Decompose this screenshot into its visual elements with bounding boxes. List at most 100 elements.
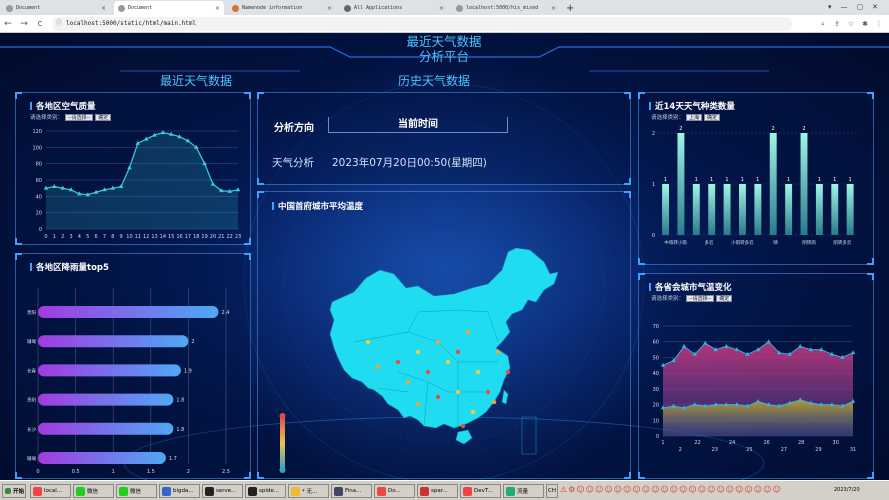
x-tick-label: 15 bbox=[168, 234, 174, 240]
reload-button[interactable]: C bbox=[34, 18, 46, 30]
city-marker[interactable] bbox=[415, 401, 421, 407]
bar bbox=[846, 184, 854, 235]
close-icon[interactable]: × bbox=[439, 5, 444, 12]
taskbar-item-label: local... bbox=[44, 488, 63, 494]
bookmark-star-icon[interactable]: ☆ bbox=[845, 18, 857, 30]
bar bbox=[831, 184, 839, 235]
close-icon[interactable]: × bbox=[327, 5, 332, 12]
y-tick-label: 120 bbox=[32, 129, 42, 135]
nav-recent-weather[interactable]: 最近天气数据 bbox=[160, 72, 232, 89]
city-marker[interactable] bbox=[470, 409, 476, 415]
city-marker[interactable] bbox=[455, 349, 461, 355]
x-tick-label: 6 bbox=[94, 234, 97, 240]
zoom-icon[interactable]: ⌕ bbox=[817, 18, 829, 30]
menu-icon[interactable]: ⋮ bbox=[873, 18, 885, 30]
browser-tab[interactable]: Document × bbox=[2, 1, 110, 15]
close-icon[interactable]: × bbox=[101, 5, 106, 12]
x-tick-label: 中雨转小雨 bbox=[664, 239, 687, 246]
city-marker[interactable] bbox=[495, 349, 501, 355]
extensions-icon[interactable]: ✱ bbox=[859, 18, 871, 30]
share-icon[interactable]: ⇪ bbox=[831, 18, 843, 30]
new-tab-button[interactable]: + bbox=[564, 1, 578, 15]
city-marker[interactable] bbox=[425, 369, 431, 375]
city-marker[interactable] bbox=[465, 329, 471, 335]
data-point bbox=[724, 343, 729, 348]
data-label: 1 bbox=[710, 177, 713, 183]
data-point bbox=[798, 343, 803, 348]
city-marker[interactable] bbox=[415, 349, 421, 355]
city-marker[interactable] bbox=[445, 359, 451, 365]
tray-icons[interactable]: ⚠⚙☺☺☺☺☺☺☺☺☺☺☺☺☺☺☺☺☺☺☺☺☺☺ bbox=[560, 485, 832, 497]
taskbar-item[interactable]: 流量 bbox=[503, 484, 544, 498]
city-marker[interactable] bbox=[365, 339, 371, 345]
y-tick-label: 10 bbox=[653, 418, 659, 424]
browser-tab-active[interactable]: Document × bbox=[114, 1, 224, 15]
category-select[interactable]: --请选择-- bbox=[686, 294, 715, 302]
taskbar-item[interactable]: spide... bbox=[245, 484, 286, 498]
data-label: 2 bbox=[802, 126, 805, 132]
browser-tab[interactable]: All Applications × bbox=[340, 1, 448, 15]
start-button[interactable]: 开始 bbox=[2, 484, 26, 498]
city-marker[interactable] bbox=[491, 399, 497, 405]
taskbar-item-label: serve... bbox=[216, 488, 237, 494]
city-marker[interactable] bbox=[460, 423, 466, 429]
app-icon bbox=[119, 486, 128, 496]
forward-button[interactable]: → bbox=[18, 18, 30, 30]
city-marker[interactable] bbox=[435, 339, 441, 345]
confirm-button[interactable]: 确定 bbox=[704, 113, 721, 121]
app-icon bbox=[162, 486, 171, 496]
taskbar-item[interactable]: serve... bbox=[202, 484, 243, 498]
taskbar-item[interactable]: bigda... bbox=[159, 484, 200, 498]
url-input[interactable]: ⓘ localhost:5000/static/html/main.html bbox=[52, 17, 792, 31]
taskbar-item[interactable]: Fina... bbox=[331, 484, 372, 498]
x-tick-label: 4 bbox=[78, 234, 81, 240]
window-controls[interactable]: ▾—▢✕ bbox=[828, 3, 887, 11]
data-label: 2 bbox=[191, 339, 194, 345]
close-icon[interactable]: × bbox=[551, 5, 556, 12]
city-marker[interactable] bbox=[505, 369, 511, 375]
taskbar-item[interactable]: Do... bbox=[374, 484, 415, 498]
browser-tab[interactable]: Namenode information × bbox=[228, 1, 336, 15]
city-marker[interactable] bbox=[455, 389, 461, 395]
y-tick-label: 80 bbox=[36, 162, 42, 168]
city-marker[interactable] bbox=[475, 369, 481, 375]
data-label: 2 bbox=[679, 126, 682, 132]
y-tick-label: 50 bbox=[653, 355, 659, 361]
china-temperature-map[interactable] bbox=[258, 192, 632, 480]
city-select[interactable]: 上海 bbox=[686, 113, 703, 121]
taskbar-item[interactable]: * 无... bbox=[288, 484, 329, 498]
confirm-button[interactable]: 确定 bbox=[95, 113, 112, 121]
page-icon bbox=[6, 4, 13, 12]
x-tick-label: 1 bbox=[661, 440, 664, 446]
confirm-button[interactable]: 确定 bbox=[716, 294, 733, 302]
data-label: 1 bbox=[664, 177, 667, 183]
bar bbox=[754, 184, 762, 235]
data-point bbox=[160, 130, 166, 135]
taskbar-item[interactable]: 微信 bbox=[73, 484, 114, 498]
taskbar-item[interactable]: local... bbox=[30, 484, 71, 498]
panel-rainfall: 各地区降雨量top5 0 0.5 1 1.5 2 2.5 2.4 贵阳 2 珊瑚 1.9 长春 1.8 贵… bbox=[15, 253, 251, 479]
city-marker[interactable] bbox=[395, 359, 401, 365]
city-marker[interactable] bbox=[485, 389, 491, 395]
back-button[interactable]: ← bbox=[2, 18, 14, 30]
city-marker[interactable] bbox=[435, 394, 441, 400]
browser-tab[interactable]: localhost:5000/his_mixed × bbox=[452, 1, 560, 15]
taskbar-item-label: 微信 bbox=[130, 489, 142, 495]
panel-map: 中国首府城市平均温度 bbox=[257, 191, 631, 479]
info-label-time: 当前时间 bbox=[328, 117, 508, 133]
city-marker[interactable] bbox=[375, 364, 381, 370]
taskbar-item-label: Do... bbox=[388, 488, 401, 494]
taskbar-item[interactable]: spar... bbox=[417, 484, 458, 498]
taskbar-item-label: 微信 bbox=[87, 489, 99, 495]
nav-history-weather[interactable]: 历史天气数据 bbox=[398, 72, 470, 89]
app-icon bbox=[377, 486, 386, 496]
category-select[interactable]: --请选择-- bbox=[65, 113, 94, 121]
y-tick-label: 30 bbox=[653, 387, 659, 393]
y-tick-label: 40 bbox=[36, 194, 42, 200]
taskbar-item[interactable]: 微信 bbox=[116, 484, 157, 498]
lang-indicator[interactable]: CH bbox=[546, 484, 558, 498]
taskbar-item[interactable]: DevT... bbox=[460, 484, 501, 498]
visual-map-legend bbox=[280, 416, 285, 470]
city-marker[interactable] bbox=[405, 379, 411, 385]
close-icon[interactable]: × bbox=[215, 5, 220, 12]
